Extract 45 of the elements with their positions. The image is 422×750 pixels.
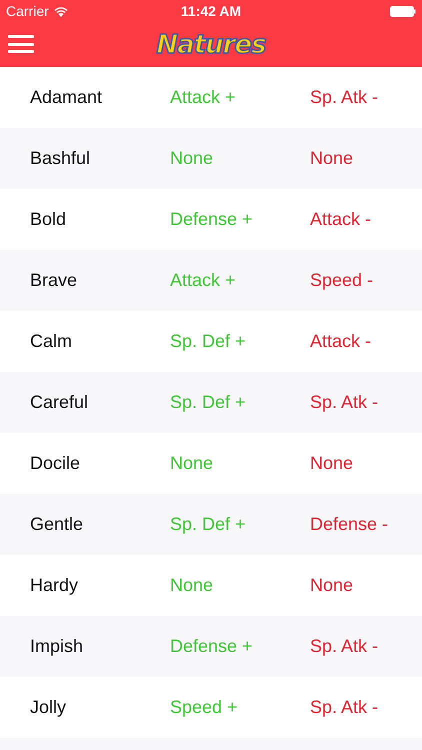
increased-stat: None [170, 453, 214, 474]
nature-name: Careful [30, 392, 90, 413]
decreased-stat: None [310, 453, 354, 474]
decreased-stat: Defense - [310, 514, 390, 535]
nature-name: Bashful [30, 148, 92, 169]
decreased-stat: None [310, 575, 354, 596]
nature-name: Jolly [30, 697, 68, 718]
nature-row[interactable]: Docile None None [0, 433, 422, 494]
nature-name: Gentle [30, 514, 84, 535]
nature-name: Calm [30, 331, 74, 352]
decreased-stat: Sp. Atk - [310, 636, 380, 657]
nature-row[interactable]: Jolly Speed + Sp. Atk - [0, 677, 422, 738]
decreased-stat: None [310, 148, 354, 169]
increased-stat: Sp. Def + [170, 514, 247, 535]
battery-icon [390, 6, 416, 16]
carrier-name: Carrier [6, 3, 49, 19]
status-time: 11:42 AM [180, 3, 242, 19]
menu-button[interactable] [8, 33, 34, 55]
wifi-icon [54, 6, 68, 16]
nature-name: Bold [30, 209, 68, 230]
increased-stat: Speed + [170, 697, 239, 718]
decreased-stat: Speed - [310, 270, 374, 291]
decreased-stat: Sp. Atk - [310, 87, 380, 108]
decreased-stat: Attack - [310, 331, 372, 352]
increased-stat: Sp. Def + [170, 392, 247, 413]
increased-stat: Defense + [170, 636, 254, 657]
nature-row[interactable]: Hardy None None [0, 555, 422, 616]
nature-name: Docile [30, 453, 82, 474]
decreased-stat: Sp. Atk - [310, 392, 380, 413]
increased-stat: Sp. Def + [170, 331, 247, 352]
nature-row[interactable]: Adamant Attack + Sp. Atk - [0, 67, 422, 128]
app-logo: Natures [156, 30, 266, 60]
nature-name: Adamant [30, 87, 104, 108]
nature-name: Brave [30, 270, 78, 291]
nature-name: Hardy [30, 575, 80, 596]
decreased-stat: Sp. Atk - [310, 697, 380, 718]
increased-stat: Attack + [170, 270, 237, 291]
nature-row[interactable]: Calm Sp. Def + Attack - [0, 311, 422, 372]
increased-stat: Attack + [170, 87, 237, 108]
nature-row[interactable]: Bold Defense + Attack - [0, 189, 422, 250]
nature-name: Impish [30, 636, 84, 657]
increased-stat: Defense + [170, 209, 254, 230]
increased-stat: None [170, 575, 214, 596]
increased-stat: None [170, 148, 214, 169]
decreased-stat: Attack - [310, 209, 372, 230]
